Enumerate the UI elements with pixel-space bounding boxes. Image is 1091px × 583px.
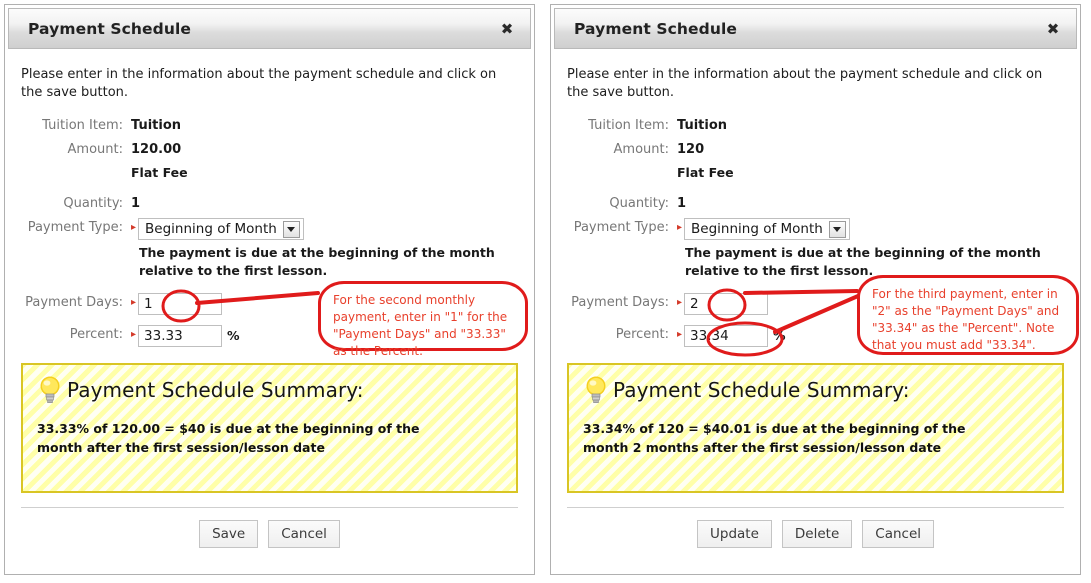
payment-type-selected-value: Beginning of Month	[145, 221, 277, 237]
row-tuition-item: Tuition Item: Tuition	[567, 116, 1064, 136]
payment-type-help: The payment is due at the beginning of t…	[139, 245, 495, 278]
screenshot-root: Payment Schedule ✖ Please enter in the i…	[0, 0, 1091, 583]
chevron-down-icon[interactable]	[828, 220, 846, 238]
chevron-down-icon[interactable]	[282, 220, 300, 238]
percent-label: Percent:	[615, 327, 669, 342]
quantity-value: 1	[677, 196, 687, 211]
tuition-item-label: Tuition Item:	[42, 118, 123, 133]
required-marker-icon: ▸	[677, 297, 683, 308]
summary-title: Payment Schedule Summary:	[613, 378, 910, 402]
amount-value: 120	[677, 142, 705, 157]
lightbulb-icon	[583, 375, 609, 405]
tuition-item-value: Tuition	[131, 118, 182, 133]
row-payment-type: Payment Type: ▸ Beginning of Month	[21, 218, 518, 240]
delete-button[interactable]: Delete	[781, 520, 853, 548]
payment-type-select[interactable]: Beginning of Month	[684, 218, 850, 240]
dialog-footer: Save Cancel	[21, 507, 518, 548]
save-button[interactable]: Save	[199, 520, 259, 548]
dialog-title: Payment Schedule	[28, 19, 191, 38]
required-marker-icon: ▸	[131, 222, 137, 233]
payment-schedule-summary: Payment Schedule Summary: 33.33% of 120.…	[21, 363, 518, 493]
cancel-button[interactable]: Cancel	[268, 520, 340, 548]
summary-text: 33.33% of 120.00 = $40 is due at the beg…	[37, 421, 420, 455]
dialog-body: Please enter in the information about th…	[551, 52, 1080, 493]
amount-value: 120.00	[131, 142, 182, 157]
percent-input[interactable]: 33.33	[138, 325, 223, 347]
cancel-button[interactable]: Cancel	[862, 520, 934, 548]
intro-text: Please enter in the information about th…	[567, 67, 1043, 100]
amount-note: Flat Fee	[131, 165, 188, 180]
row-amount-note: Flat Fee	[21, 164, 518, 184]
row-quantity: Quantity: 1	[21, 194, 518, 214]
percent-sign: %	[773, 328, 786, 343]
close-icon[interactable]: ✖	[498, 20, 516, 38]
lightbulb-icon	[37, 375, 63, 405]
tuition-item-label: Tuition Item:	[588, 118, 669, 133]
summary-text: 33.34% of 120 = $40.01 is due at the beg…	[583, 421, 966, 455]
percent-input[interactable]: 33.34	[684, 325, 769, 347]
quantity-label: Quantity:	[609, 196, 669, 211]
dialog-title: Payment Schedule	[574, 19, 737, 38]
row-amount: Amount: 120	[567, 140, 1064, 160]
required-marker-icon: ▸	[677, 329, 683, 340]
payment-type-label: Payment Type:	[27, 220, 123, 235]
row-payment-type: Payment Type: ▸ Beginning of Month	[567, 218, 1064, 240]
payment-days-input[interactable]: 1	[138, 293, 223, 315]
tuition-item-value: Tuition	[677, 118, 728, 133]
annotation-callout-right: For the third payment, enter in "2" as t…	[857, 275, 1079, 355]
amount-note: Flat Fee	[677, 165, 734, 180]
required-marker-icon: ▸	[131, 329, 137, 340]
quantity-value: 1	[131, 196, 141, 211]
amount-label: Amount:	[67, 142, 123, 157]
payment-days-label: Payment Days:	[25, 295, 123, 310]
intro-text: Please enter in the information about th…	[21, 67, 497, 100]
row-amount-note: Flat Fee	[567, 164, 1064, 184]
summary-header: Payment Schedule Summary:	[583, 375, 1048, 405]
update-button[interactable]: Update	[697, 520, 772, 548]
close-icon[interactable]: ✖	[1044, 20, 1062, 38]
required-marker-icon: ▸	[677, 222, 683, 233]
row-amount: Amount: 120.00	[21, 140, 518, 160]
dialog-titlebar: Payment Schedule ✖	[8, 8, 531, 49]
annotation-callout-left: For the second monthly payment, enter in…	[318, 281, 528, 358]
summary-title: Payment Schedule Summary:	[67, 378, 364, 402]
payment-type-selected-value: Beginning of Month	[691, 221, 823, 237]
dialog-body: Please enter in the information about th…	[5, 52, 534, 493]
dialog-titlebar: Payment Schedule ✖	[554, 8, 1077, 49]
required-marker-icon: ▸	[131, 297, 137, 308]
summary-header: Payment Schedule Summary:	[37, 375, 502, 405]
payment-type-select[interactable]: Beginning of Month	[138, 218, 304, 240]
percent-sign: %	[227, 328, 240, 343]
quantity-label: Quantity:	[63, 196, 123, 211]
payment-days-input[interactable]: 2	[684, 293, 769, 315]
row-quantity: Quantity: 1	[567, 194, 1064, 214]
percent-label: Percent:	[69, 327, 123, 342]
payment-days-label: Payment Days:	[571, 295, 669, 310]
payment-type-label: Payment Type:	[573, 220, 669, 235]
amount-label: Amount:	[613, 142, 669, 157]
payment-schedule-summary: Payment Schedule Summary: 33.34% of 120 …	[567, 363, 1064, 493]
row-tuition-item: Tuition Item: Tuition	[21, 116, 518, 136]
dialog-footer: Update Delete Cancel	[567, 507, 1064, 548]
